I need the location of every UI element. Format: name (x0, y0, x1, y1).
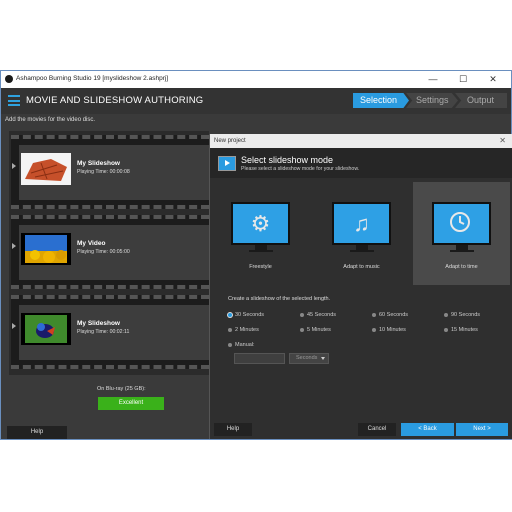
option-5-minutes[interactable]: 5 Minutes (300, 327, 331, 336)
dialog-title-bar: New project ✕ (210, 134, 512, 148)
mode-freestyle[interactable]: ⚙ Freestyle (212, 182, 309, 285)
expand-arrow-icon[interactable] (12, 323, 16, 329)
minimize-button[interactable]: — (419, 72, 447, 87)
quality-badge: Excellent (98, 397, 164, 410)
title-bar: Ashampoo Burning Studio 19 [myslideshow … (1, 71, 511, 88)
radio-button[interactable] (300, 312, 304, 317)
slideshow-thumbnail (21, 153, 71, 185)
app-window: Ashampoo Burning Studio 19 [myslideshow … (0, 70, 512, 440)
dialog-close-button[interactable]: ✕ (499, 136, 506, 145)
length-label: Create a slideshow of the selected lengt… (228, 296, 331, 302)
monitor-icon: ⚙ (231, 202, 290, 245)
unit-select[interactable]: Seconds (289, 353, 329, 364)
maximize-button[interactable]: ☐ (449, 72, 477, 87)
item-name: My Video (77, 240, 106, 247)
monitor-icon (432, 202, 491, 245)
step-output[interactable]: Output (455, 93, 507, 108)
radio-button[interactable] (444, 327, 448, 332)
option-90-seconds[interactable]: 90 Seconds (444, 312, 480, 321)
page-title: MOVIE AND SLIDESHOW AUTHORING (26, 95, 204, 106)
option-15-minutes[interactable]: 15 Minutes (444, 327, 478, 336)
disc-label: On Blu-ray (25 GB): (97, 386, 146, 392)
video-thumbnail (21, 233, 71, 265)
monitor-icon: ♫ (332, 202, 391, 245)
option-60-seconds[interactable]: 60 Seconds (372, 312, 408, 321)
dialog-subheading: Please select a slideshow mode for your … (241, 166, 360, 172)
gear-icon: ⚙ (250, 211, 271, 236)
radio-button[interactable] (372, 312, 376, 317)
radio-button[interactable] (228, 312, 232, 317)
radio-button[interactable] (444, 312, 448, 317)
list-item[interactable]: My Slideshow Playing Time: 00:00:08 (11, 135, 209, 209)
step-selection[interactable]: Selection (353, 93, 409, 108)
item-playing-time: Playing Time: 00:02:11 (77, 329, 130, 335)
item-name: My Slideshow (77, 320, 120, 327)
item-playing-time: Playing Time: 00:00:08 (77, 169, 130, 175)
hamburger-menu-icon[interactable] (8, 95, 20, 106)
option-manual[interactable]: Manual: (228, 342, 255, 351)
mode-label: Adapt to music (343, 264, 380, 270)
back-button[interactable]: < Back (401, 423, 454, 436)
item-playing-time: Playing Time: 00:05:00 (77, 249, 130, 255)
option-2-minutes[interactable]: 2 Minutes (228, 327, 259, 336)
radio-button[interactable] (228, 327, 232, 332)
dialog-header: Select slideshow mode Please select a sl… (210, 148, 512, 178)
window-title: Ashampoo Burning Studio 19 [myslideshow … (16, 75, 169, 82)
music-note-icon: ♫ (353, 211, 370, 236)
expand-arrow-icon[interactable] (12, 243, 16, 249)
dialog-heading: Select slideshow mode (241, 155, 334, 165)
option-30-seconds[interactable]: 30 Seconds (228, 312, 264, 321)
mode-label: Freestyle (249, 264, 272, 270)
slideshow-icon (218, 156, 236, 171)
list-item[interactable]: My Video Playing Time: 00:05:00 (11, 215, 209, 289)
option-10-minutes[interactable]: 10 Minutes (372, 327, 406, 336)
radio-button[interactable] (228, 342, 232, 347)
item-name: My Slideshow (77, 160, 120, 167)
dialog-title: New project (214, 138, 246, 144)
slideshow-thumbnail (21, 313, 71, 345)
new-project-dialog: New project ✕ Select slideshow mode Plea… (209, 134, 512, 439)
close-window-button[interactable]: ✕ (479, 72, 507, 87)
list-item[interactable]: My Slideshow Playing Time: 00:02:11 (11, 295, 209, 369)
app-header: MOVIE AND SLIDESHOW AUTHORING Selection … (1, 88, 511, 114)
option-45-seconds[interactable]: 45 Seconds (300, 312, 336, 321)
instruction-text: Add the movies for the video disc. (5, 117, 96, 123)
expand-arrow-icon[interactable] (12, 163, 16, 169)
radio-button[interactable] (372, 327, 376, 332)
mode-adapt-to-music[interactable]: ♫ Adapt to music (313, 182, 410, 285)
cancel-button[interactable]: Cancel (358, 423, 396, 436)
dialog-help-button[interactable]: Help (214, 423, 252, 436)
help-button[interactable]: Help (7, 426, 67, 439)
chevron-down-icon (321, 357, 325, 360)
movie-list: My Slideshow Playing Time: 00:00:08 My V… (9, 131, 209, 375)
mode-adapt-to-time[interactable]: Adapt to time (413, 182, 510, 285)
clock-icon (450, 212, 470, 232)
app-logo-icon (5, 75, 13, 83)
manual-length-input[interactable] (234, 353, 285, 364)
radio-button[interactable] (300, 327, 304, 332)
mode-label: Adapt to time (445, 264, 478, 270)
step-settings[interactable]: Settings (406, 93, 458, 108)
next-button[interactable]: Next > (456, 423, 508, 436)
